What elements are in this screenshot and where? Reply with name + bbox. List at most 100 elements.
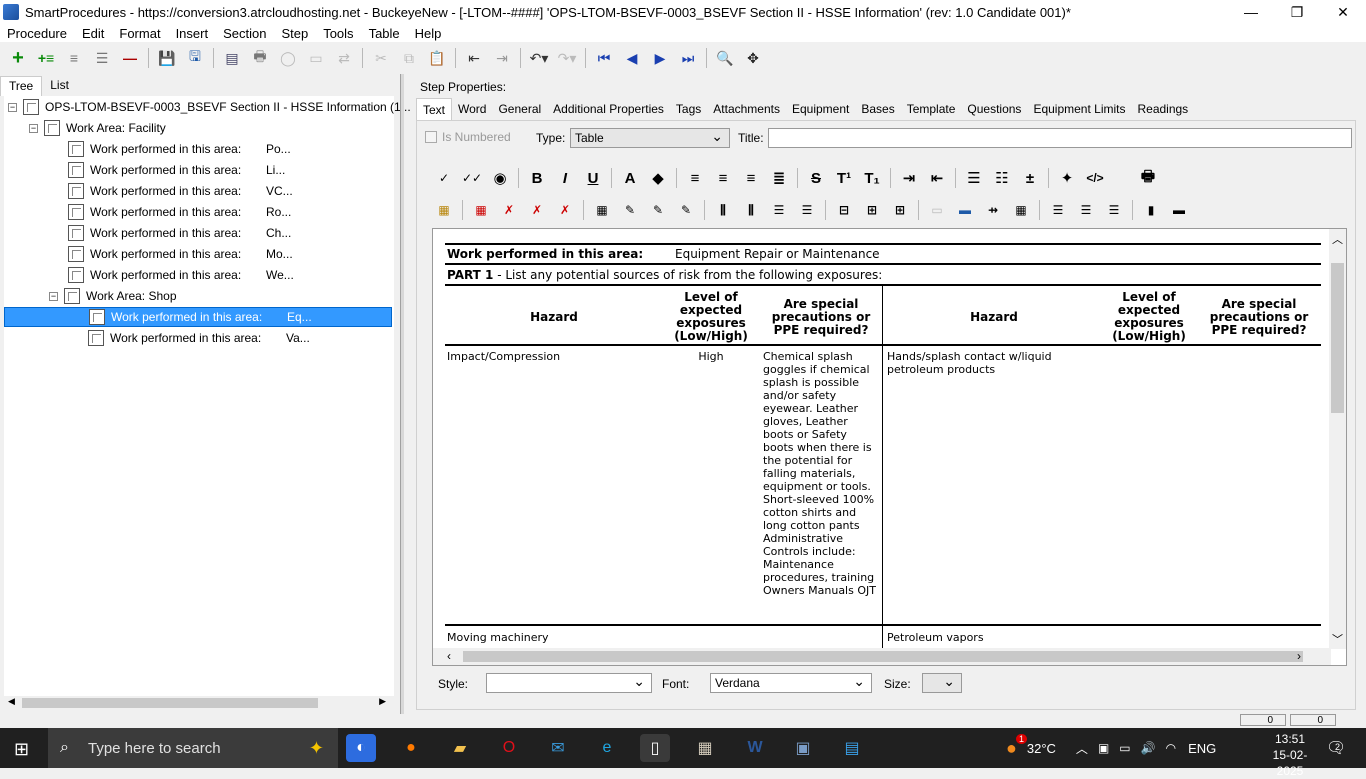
app-window-icon[interactable]: ▤ xyxy=(837,734,867,762)
tree-item[interactable]: Work performed in this area: We... xyxy=(68,265,388,285)
menu-procedure[interactable]: Procedure xyxy=(0,26,75,41)
menu-format[interactable]: Format xyxy=(112,26,168,41)
taskbar-search[interactable]: ⌕ Type here to search ✦ xyxy=(48,728,338,768)
indent-icon[interactable]: ⇤ xyxy=(463,47,485,69)
network-status-icon[interactable]: ▣ xyxy=(1098,741,1109,755)
chevron-up-icon[interactable]: ︿ xyxy=(1076,740,1088,757)
scroll-left-icon[interactable]: ◀ xyxy=(8,696,15,707)
split-row-icon[interactable]: ⊞ xyxy=(889,199,911,221)
insert-column-right-icon[interactable]: ⫼ xyxy=(740,199,762,221)
insert-row-below-icon[interactable]: ☰ xyxy=(796,199,818,221)
collapse-icon[interactable]: − xyxy=(29,123,38,133)
tree-area-shop[interactable]: − Work Area: Shop xyxy=(49,286,177,306)
title-input[interactable] xyxy=(768,128,1352,148)
magic-wand-icon[interactable]: ✦ xyxy=(1056,167,1078,189)
valign-bottom-icon[interactable]: ☰ xyxy=(1103,199,1125,221)
spellcheck-icon[interactable]: ✓ xyxy=(433,167,455,189)
tree-area-facility[interactable]: − Work Area: Facility xyxy=(29,118,166,138)
split-cells-icon[interactable]: ⊞ xyxy=(861,199,883,221)
tree-item[interactable]: Work performed in this area: Li... xyxy=(68,160,388,180)
style-select[interactable] xyxy=(486,673,652,693)
justify-icon[interactable]: ≣ xyxy=(768,167,790,189)
add-icon[interactable]: + xyxy=(7,47,29,69)
align-left-icon[interactable]: ≡ xyxy=(684,167,706,189)
font-select[interactable]: Verdana xyxy=(710,673,872,693)
tab-equipment-limits[interactable]: Equipment Limits xyxy=(1027,98,1131,120)
tree-horizontal-scrollbar[interactable]: ◀ ▶ xyxy=(4,696,390,710)
previous-icon[interactable]: ◀ xyxy=(621,47,643,69)
column-width-icon[interactable]: ▮ xyxy=(1140,199,1162,221)
spellcheck-all-icon[interactable]: ✓✓ xyxy=(461,167,483,189)
battery-icon[interactable]: ▭ xyxy=(1119,741,1130,755)
insert-col-icon[interactable]: ⇸ xyxy=(982,199,1004,221)
table-editor[interactable]: Work performed in this area: Equipment R… xyxy=(432,228,1347,666)
print-icon[interactable]: 🖶 xyxy=(249,47,271,69)
font-color-icon[interactable]: A xyxy=(619,167,641,189)
decrease-indent-icon[interactable]: ⇤ xyxy=(926,167,948,189)
tree-item[interactable]: Work performed in this area: Va... xyxy=(88,328,388,348)
align-right-icon[interactable]: ≡ xyxy=(740,167,762,189)
horizontal-rule-icon[interactable]: ± xyxy=(1019,167,1041,189)
weather-icon[interactable]: ● 1 xyxy=(1006,733,1028,759)
minimize-button[interactable]: — xyxy=(1228,0,1274,24)
underline-icon[interactable]: U xyxy=(582,167,604,189)
save-as-icon[interactable]: 🖫 xyxy=(184,47,206,69)
undo-icon[interactable]: ↶▾ xyxy=(528,47,550,69)
table-grid-icon[interactable]: ▦ xyxy=(591,199,613,221)
wifi-icon[interactable]: ◠ xyxy=(1166,741,1176,755)
menu-help[interactable]: Help xyxy=(408,26,450,41)
refresh-icon[interactable]: ◯ xyxy=(277,47,299,69)
merge-cells-icon[interactable]: ⊟ xyxy=(833,199,855,221)
tab-questions[interactable]: Questions xyxy=(961,98,1027,120)
tab-attachments[interactable]: Attachments xyxy=(707,98,786,120)
delete-cell-icon[interactable]: ✗ xyxy=(554,199,576,221)
increase-indent-icon[interactable]: ⇥ xyxy=(898,167,920,189)
italic-icon[interactable]: I xyxy=(554,167,576,189)
tree-item[interactable]: Work performed in this area: Mo... xyxy=(68,244,388,264)
save-icon[interactable]: 💾 xyxy=(156,47,178,69)
outdent-icon[interactable]: ⇥ xyxy=(491,47,513,69)
tree-item[interactable]: Work performed in this area: Ro... xyxy=(68,202,388,222)
scroll-right-icon[interactable]: ▶ xyxy=(379,696,386,707)
tab-readings[interactable]: Readings xyxy=(1131,98,1194,120)
collapse-icon[interactable]: − xyxy=(8,102,17,112)
document-app-icon[interactable]: ▯ xyxy=(640,734,670,762)
window-icon[interactable]: ▭ xyxy=(305,47,327,69)
list-icon[interactable]: ≡ xyxy=(63,47,85,69)
menu-edit[interactable]: Edit xyxy=(75,26,112,41)
redo-icon[interactable]: ↷▾ xyxy=(556,47,578,69)
scroll-thumb[interactable] xyxy=(463,651,1303,662)
find-icon[interactable]: 🔍 xyxy=(714,47,736,69)
tab-list[interactable]: List xyxy=(42,76,77,96)
remove-icon[interactable]: — xyxy=(119,47,141,69)
delete-row-icon[interactable]: ✗ xyxy=(498,199,520,221)
tree-item[interactable]: Work performed in this area: VC... xyxy=(68,181,388,201)
strikethrough-icon[interactable]: S xyxy=(805,167,827,189)
collapse-icon[interactable]: − xyxy=(49,291,58,301)
highlight-icon[interactable]: ◆ xyxy=(647,167,669,189)
bullet-list-icon[interactable]: ☰ xyxy=(963,167,985,189)
tab-general[interactable]: General xyxy=(492,98,547,120)
superscript-icon[interactable]: T¹ xyxy=(833,167,855,189)
file-explorer-icon[interactable]: ▰ xyxy=(445,734,475,762)
add-child-icon[interactable]: +≡ xyxy=(35,47,57,69)
delete-table-icon[interactable]: ▦ xyxy=(470,199,492,221)
paste-icon[interactable]: 📋 xyxy=(426,47,448,69)
tab-word[interactable]: Word xyxy=(452,98,492,120)
numbered-list-icon[interactable]: ☷ xyxy=(991,167,1013,189)
smartprocedures-icon[interactable]: ▦ xyxy=(690,734,720,762)
scroll-thumb[interactable] xyxy=(1331,263,1344,413)
windows-start-icon[interactable]: ⊞ xyxy=(14,739,29,760)
cell-shade-icon[interactable]: ▬ xyxy=(954,199,976,221)
scroll-right-icon[interactable]: › xyxy=(1297,649,1301,663)
edit-cell-icon[interactable]: ✎ xyxy=(647,199,669,221)
editor-horizontal-scrollbar[interactable]: ‹ › xyxy=(433,648,1331,665)
tree-item-selected[interactable]: Work performed in this area: Eq... xyxy=(4,307,392,327)
menu-table[interactable]: Table xyxy=(362,26,408,41)
tab-additional-properties[interactable]: Additional Properties xyxy=(547,98,670,120)
delete-column-icon[interactable]: ✗ xyxy=(526,199,548,221)
close-button[interactable]: ✕ xyxy=(1320,0,1366,24)
row-height-icon[interactable]: ▬ xyxy=(1168,199,1190,221)
align-center-icon[interactable]: ≡ xyxy=(712,167,734,189)
opera-icon[interactable]: O xyxy=(494,734,524,762)
